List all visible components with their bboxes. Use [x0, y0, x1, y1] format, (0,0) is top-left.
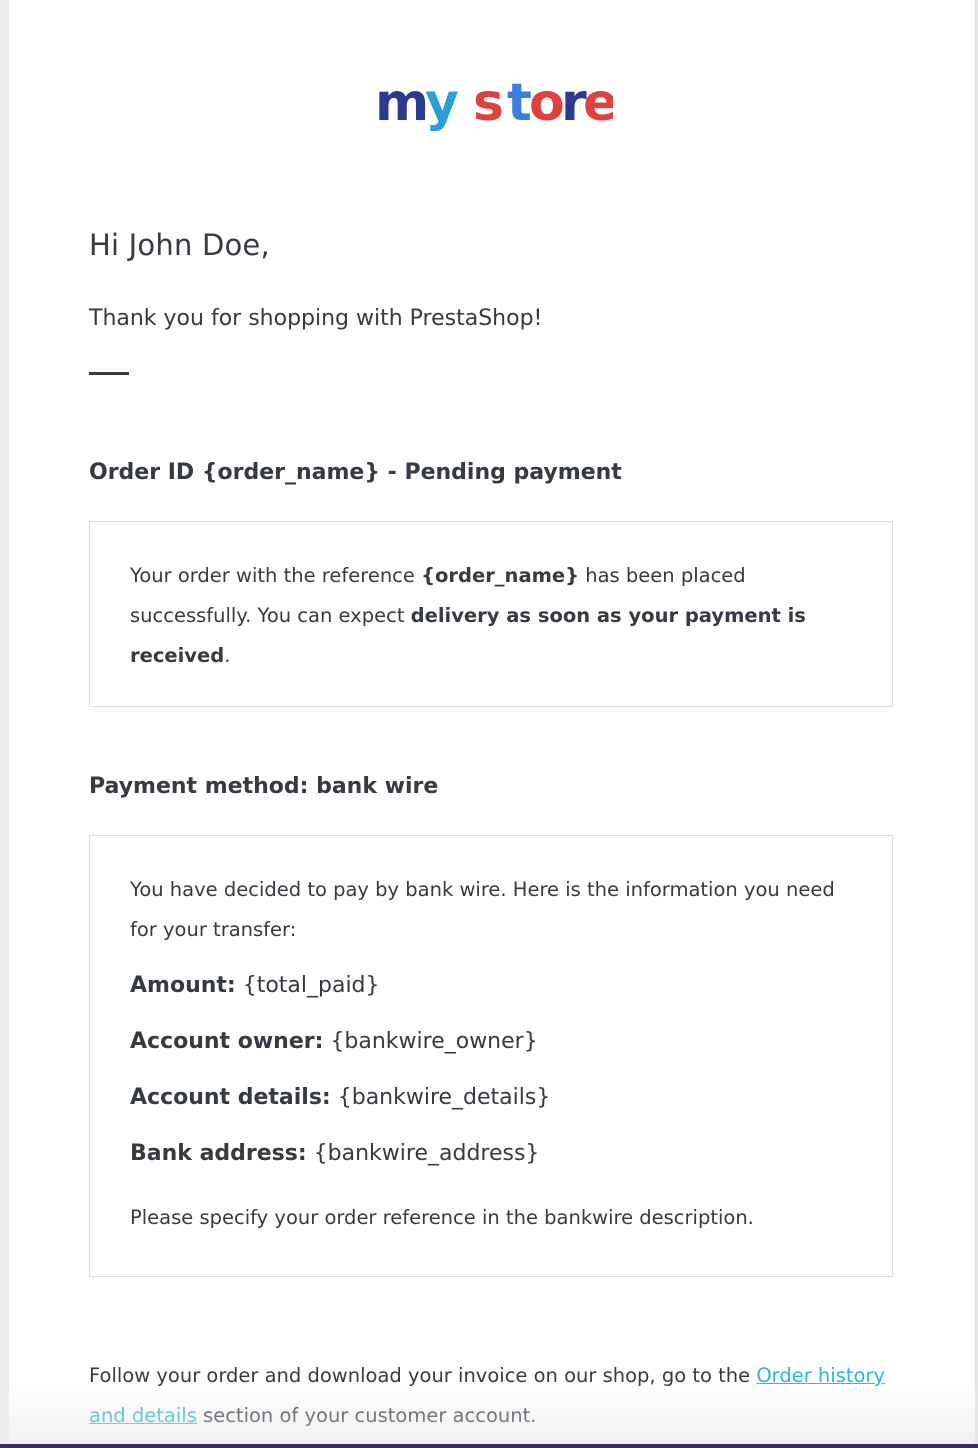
payment-label: Account details: — [130, 1085, 331, 1110]
order-text-part: . — [224, 644, 231, 667]
logo-letter-e: e — [583, 73, 613, 133]
greeting-heading: Hi John Doe, — [89, 228, 270, 262]
logo-letter-s: s — [473, 73, 504, 133]
email-body: m y s t o r e Hi John Doe, Thank you for… — [9, 0, 975, 1448]
payment-title: Payment method: bank wire — [89, 774, 439, 799]
payment-note: Please specify your order reference in t… — [130, 1206, 754, 1229]
follow-text-part: section of your customer account. — [196, 1404, 537, 1427]
payment-amount: Amount: {total_paid} — [130, 958, 852, 1014]
logo-letter-y: y — [425, 73, 459, 133]
divider — [89, 372, 129, 375]
thanks-text: Thank you for shopping with PrestaShop! — [89, 306, 543, 331]
payment-details: Amount: {total_paid} Account owner: {ban… — [130, 958, 852, 1182]
follow-order-text: Follow your order and download your invo… — [89, 1356, 899, 1436]
store-logo: m y s t o r e — [375, 73, 613, 133]
order-reference: {order_name} — [421, 564, 580, 587]
order-title: Order ID {order_name} - Pending payment — [89, 460, 622, 485]
payment-account-details: Account details: {bankwire_details} — [130, 1070, 852, 1126]
payment-intro: You have decided to pay by bank wire. He… — [130, 878, 835, 941]
payment-label: Account owner: — [130, 1029, 324, 1054]
order-text-part: Your order with the reference — [130, 564, 422, 587]
payment-value: {bankwire_details} — [330, 1085, 551, 1110]
bottom-edge — [0, 1444, 978, 1448]
payment-value: {bankwire_address} — [306, 1141, 540, 1166]
payment-label: Bank address: — [130, 1141, 307, 1166]
payment-label: Amount: — [130, 973, 236, 998]
payment-value: {bankwire_owner} — [323, 1029, 538, 1054]
payment-info-box: You have decided to pay by bank wire. He… — [89, 835, 893, 1277]
order-info-box: Your order with the reference {order_nam… — [89, 521, 893, 707]
logo-letter-o: o — [529, 73, 565, 133]
follow-text-part: Follow your order and download your invo… — [89, 1364, 757, 1387]
payment-bank-address: Bank address: {bankwire_address} — [130, 1126, 852, 1182]
logo-letter-m: m — [375, 73, 429, 133]
order-message: Your order with the reference {order_nam… — [130, 556, 852, 676]
payment-account-owner: Account owner: {bankwire_owner} — [130, 1014, 852, 1070]
payment-value: {total_paid} — [235, 973, 380, 998]
